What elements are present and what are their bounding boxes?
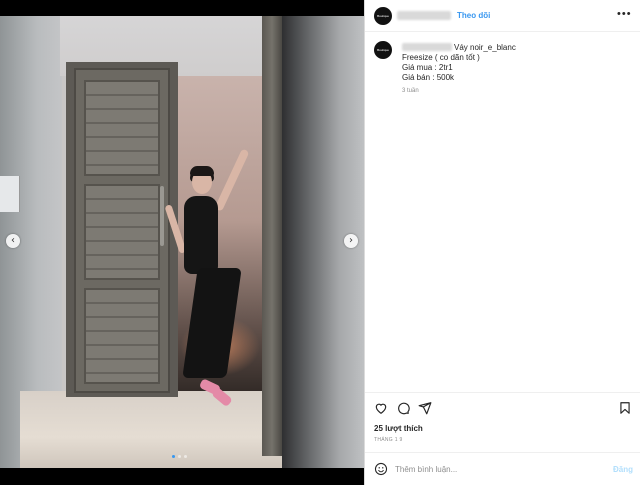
- comment-input[interactable]: [395, 462, 595, 476]
- figure-hair: [190, 166, 214, 176]
- post-actions: 25 lượt thích THÁNG 1 9: [365, 392, 640, 452]
- figure-dress-skirt: [182, 268, 242, 378]
- post-media: ‹ ›: [0, 0, 364, 485]
- post-header: Boutique Theo dõi •••: [365, 0, 640, 32]
- comment-icon[interactable]: [396, 401, 410, 415]
- door-handle: [160, 186, 164, 246]
- more-options-icon[interactable]: •••: [617, 8, 632, 20]
- figure-dress-top: [184, 196, 218, 274]
- door-panel: [84, 184, 160, 280]
- share-icon[interactable]: [418, 401, 432, 415]
- post-side-panel: Boutique Theo dõi ••• Boutique Váy noir_…: [364, 0, 640, 485]
- carousel-dot: [178, 455, 181, 458]
- caption-username-redacted[interactable]: [402, 43, 452, 51]
- chevron-left-icon: ‹: [11, 235, 15, 246]
- carousel-dot: [172, 455, 175, 458]
- prev-slide-button[interactable]: ‹: [6, 234, 20, 248]
- post-date: THÁNG 1 9: [374, 437, 403, 443]
- avatar-logo-text: Boutique: [377, 14, 389, 18]
- post-photo: [0, 16, 364, 468]
- caption-line: Freesize ( co dãn tốt ): [402, 53, 480, 62]
- avatar[interactable]: Boutique: [374, 7, 392, 25]
- like-count[interactable]: 25 lượt thích: [374, 424, 423, 433]
- figure-shoe: [211, 386, 233, 408]
- bookmark-icon[interactable]: [618, 401, 632, 415]
- door-panel: [84, 80, 160, 176]
- heart-icon[interactable]: [374, 401, 388, 415]
- caption-line: Giá mua : 2tr1: [402, 63, 453, 72]
- caption-line: Giá bán : 500k: [402, 73, 455, 82]
- comment-bar: Đăng: [365, 452, 640, 485]
- avatar-logo-text: Boutique: [377, 48, 389, 52]
- smiley-icon[interactable]: [374, 462, 388, 476]
- caption-avatar[interactable]: Boutique: [374, 41, 392, 59]
- post-comment-button[interactable]: Đăng: [613, 465, 633, 474]
- caption-time-ago[interactable]: 3 tuần: [402, 88, 419, 94]
- next-slide-button[interactable]: ›: [344, 234, 358, 248]
- door-panel: [84, 288, 160, 384]
- photo-figure: [164, 148, 260, 426]
- carousel-dot: [184, 455, 187, 458]
- post-caption: Váy noir_e_blanc Freesize ( co dãn tốt )…: [402, 43, 622, 83]
- figure-arm: [214, 148, 250, 212]
- photo-door: [74, 68, 170, 393]
- chevron-right-icon: ›: [349, 235, 353, 246]
- username-redacted[interactable]: [397, 11, 451, 20]
- photo-wall-light: [0, 176, 20, 212]
- photo-open-door: [262, 16, 282, 456]
- follow-button[interactable]: Theo dõi: [457, 11, 490, 20]
- carousel-indicator: [172, 455, 187, 458]
